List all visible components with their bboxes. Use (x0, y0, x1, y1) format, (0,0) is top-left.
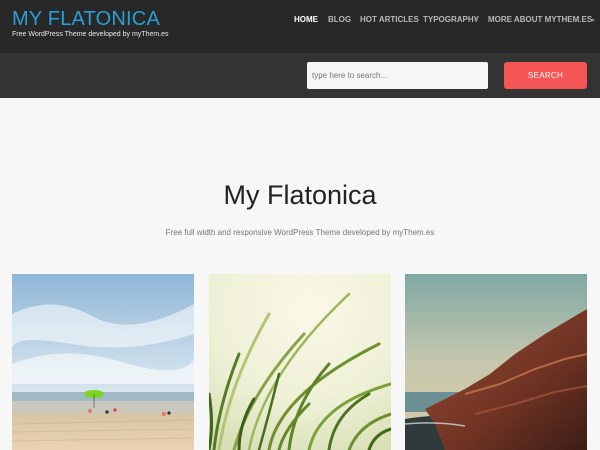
search-input[interactable] (307, 62, 488, 89)
search-bar: SEARCH (0, 53, 600, 98)
nav-item-blog[interactable]: BLOG (328, 15, 351, 24)
nav-item-hot-articles[interactable]: HOT ARTICLES (360, 15, 419, 24)
chevron-down-icon (474, 19, 478, 22)
post-thumbnail-beach[interactable] (12, 274, 194, 450)
chevron-down-icon (591, 19, 595, 22)
site-header: MY FLATONICA Free WordPress Theme develo… (0, 0, 600, 53)
grass-photo-icon (209, 274, 391, 450)
nav-item-typography[interactable]: TYPOGRAPHY (423, 15, 479, 24)
coastal-cliff-photo-icon (405, 274, 587, 450)
site-description: Free WordPress Theme developed by myThem… (12, 31, 169, 38)
post-thumbnail-cliff[interactable] (405, 274, 587, 450)
post-thumbnail-grass[interactable] (209, 274, 391, 450)
nav-item-home[interactable]: HOME (294, 15, 318, 24)
hero-subtitle: Free full width and responsive WordPress… (165, 228, 435, 237)
beach-photo-icon (12, 274, 194, 450)
hero-title: My Flatonica (223, 180, 377, 210)
search-button[interactable]: SEARCH (504, 62, 587, 89)
site-title[interactable]: MY FLATONICA (12, 8, 160, 31)
nav-item-more-about-mythemes[interactable]: MORE ABOUT MYTHEM.ES (488, 15, 592, 24)
